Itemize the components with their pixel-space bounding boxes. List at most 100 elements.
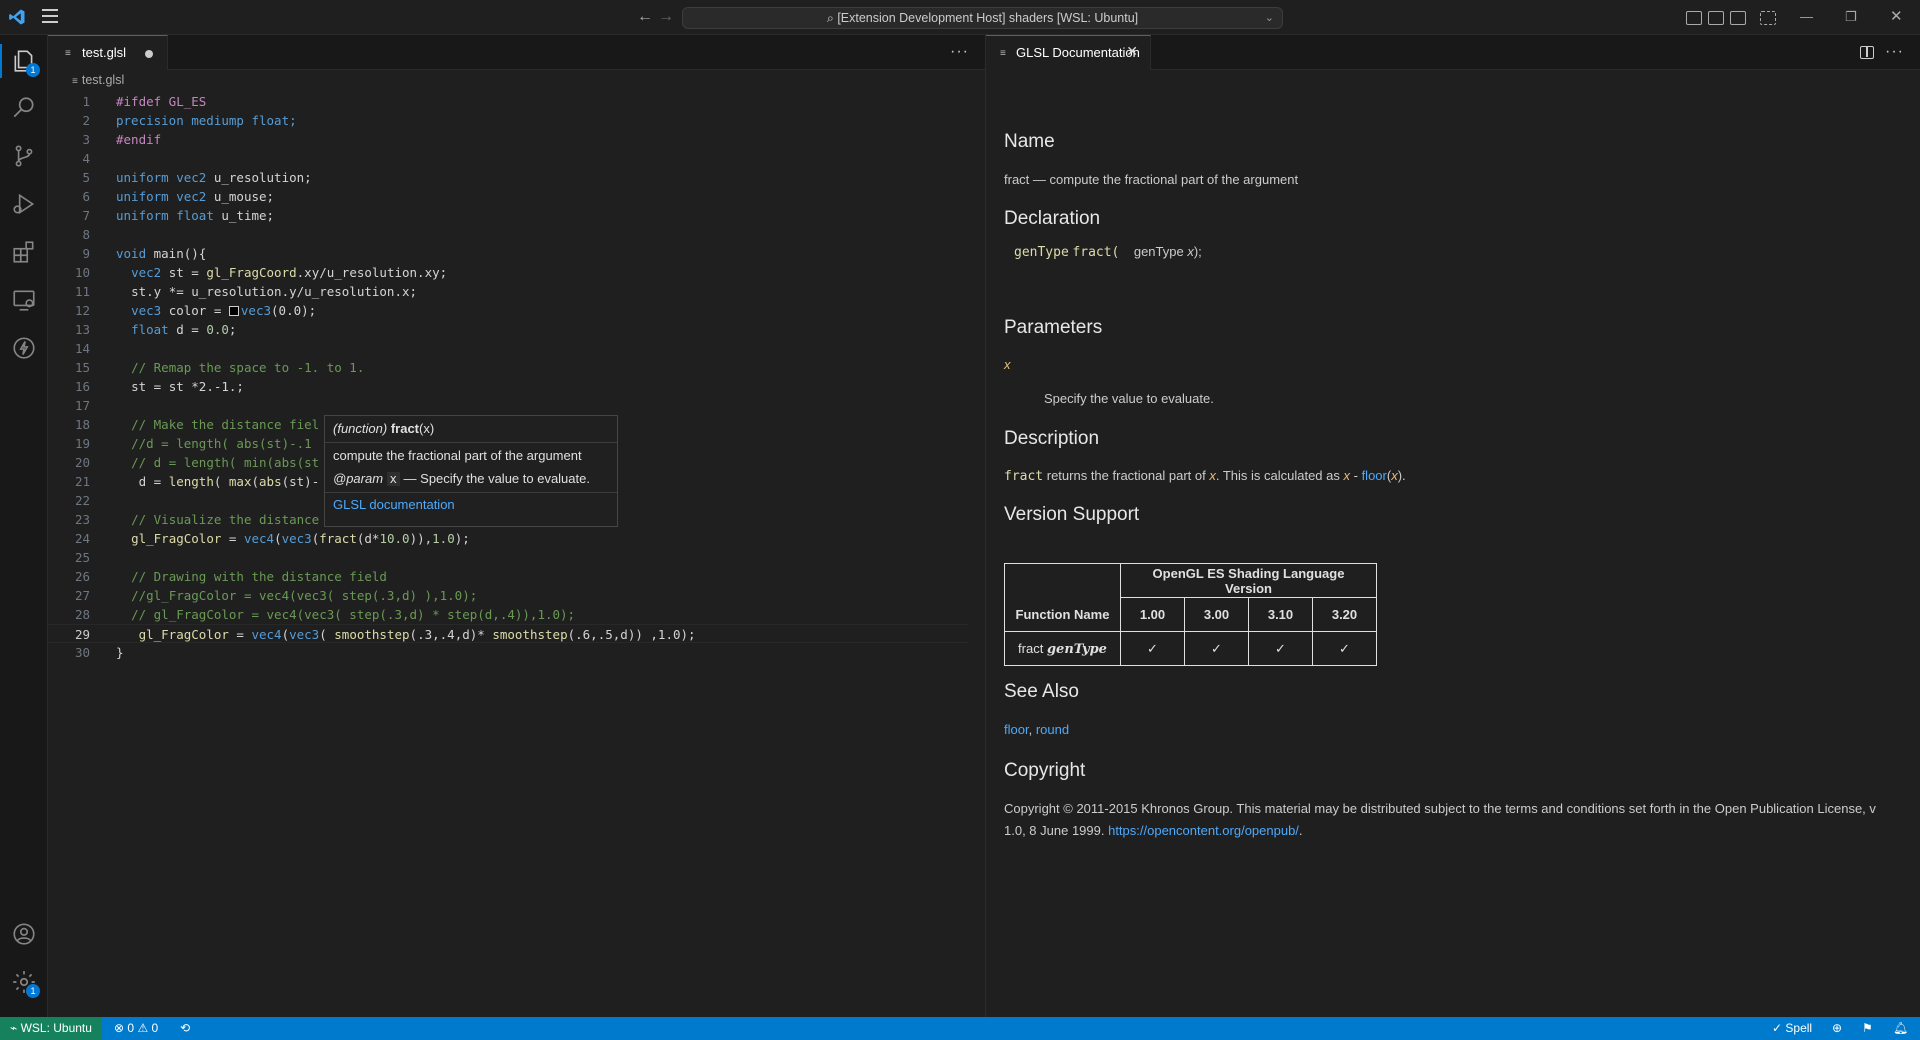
spell-indicator[interactable]: ✓ Spell bbox=[1772, 1021, 1812, 1035]
problems-indicator[interactable]: ⊗ 0 ⚠ 0 bbox=[114, 1021, 158, 1035]
search-icon[interactable] bbox=[0, 85, 48, 131]
hover-signature: (function) fract(x) bbox=[325, 416, 617, 443]
section-heading: Version Support bbox=[1004, 504, 1140, 525]
warning-icon: ⚠ bbox=[137, 1021, 149, 1035]
code-line: 11 st.y *= u_resolution.y/u_resolution.x… bbox=[74, 284, 418, 299]
section-heading: Description bbox=[1004, 428, 1100, 449]
breadcrumb[interactable]: ≡ test.glsl bbox=[48, 70, 985, 92]
code-line: 26 // Drawing with the distance field bbox=[74, 569, 387, 584]
feedback-icon[interactable]: ⚑ bbox=[1862, 1021, 1873, 1035]
section-heading: Copyright bbox=[1004, 760, 1086, 781]
tab-glsl-documentation[interactable]: ≡ GLSL Documentation ✕ bbox=[986, 35, 1151, 70]
code-line: 15 // Remap the space to -1. to 1. bbox=[74, 360, 365, 375]
description-text: fract returns the fractional part of x. … bbox=[1004, 468, 1406, 484]
minimize-icon[interactable]: — bbox=[1800, 9, 1813, 24]
table-header: OpenGL ES Shading Language Version bbox=[1120, 563, 1377, 598]
copyright-text: Copyright © 2011-2015 Khronos Group. Thi… bbox=[1004, 801, 1876, 838]
hover-param: @param x — Specify the value to evaluate… bbox=[325, 465, 617, 493]
section-heading: Declaration bbox=[1004, 208, 1101, 229]
param-name: x bbox=[1004, 357, 1011, 372]
openpub-link[interactable]: https://opencontent.org/openpub/ bbox=[1108, 823, 1299, 838]
error-icon: ⊗ bbox=[114, 1021, 125, 1035]
toggle-panel-icon[interactable] bbox=[1708, 11, 1724, 25]
explorer-badge: 1 bbox=[26, 63, 40, 77]
tab-bar: ≡ GLSL Documentation ✕ ··· bbox=[986, 35, 1920, 70]
table-header: 3.00 bbox=[1184, 597, 1249, 632]
table-cell: ✓ bbox=[1184, 631, 1249, 666]
tab-label: GLSL Documentation bbox=[1016, 45, 1140, 60]
title-bar: ← → ⌕ [Extension Development Host] shade… bbox=[0, 0, 1920, 35]
lightning-icon[interactable] bbox=[0, 325, 48, 371]
more-actions-icon[interactable]: ··· bbox=[950, 43, 969, 61]
split-editor-icon[interactable] bbox=[1860, 46, 1874, 59]
source-control-icon[interactable] bbox=[0, 133, 48, 179]
param-description: Specify the value to evaluate. bbox=[1044, 391, 1214, 406]
declaration-code: genType fract( genType x); bbox=[1014, 244, 1202, 260]
color-swatch[interactable] bbox=[228, 306, 239, 316]
vscode-logo-icon bbox=[9, 9, 25, 25]
chevron-down-icon[interactable]: ⌄ bbox=[1265, 8, 1274, 28]
code-line: 13 float d = 0.0; bbox=[74, 322, 237, 337]
toggle-secondary-sidebar-icon[interactable] bbox=[1730, 11, 1746, 25]
spell-icon: ✓ bbox=[1772, 1021, 1783, 1035]
toggle-primary-sidebar-icon[interactable] bbox=[1686, 11, 1702, 25]
table-cell: fract genType bbox=[1004, 631, 1121, 666]
code-line: 1 #ifdef GL_ES bbox=[82, 94, 207, 109]
table-cell: ✓ bbox=[1248, 631, 1313, 666]
accounts-icon[interactable] bbox=[0, 911, 48, 957]
breadcrumb-file: test.glsl bbox=[81, 73, 125, 87]
status-bar: ⌁ WSL: Ubuntu ⊗ 0 ⚠ 0 ⟲ ✓ Spell ⊕ ⚑ 🔔︎ bbox=[0, 1017, 1920, 1040]
name-text: fract — compute the fractional part of t… bbox=[1004, 172, 1299, 187]
table-header: 1.00 bbox=[1120, 597, 1185, 632]
code-line: 6 uniform vec2 u_mouse; bbox=[82, 189, 275, 204]
code-line: 10 vec2 st = gl_FragCoord.xy/u_resolutio… bbox=[74, 265, 448, 280]
file-icon: ≡ bbox=[65, 48, 71, 59]
menu-hamburger-icon[interactable] bbox=[42, 9, 60, 25]
code-line: 2 precision mediump float; bbox=[82, 113, 297, 128]
settings-badge: 1 bbox=[26, 984, 40, 998]
run-debug-icon[interactable] bbox=[0, 181, 48, 227]
tab-label: test.glsl bbox=[82, 45, 127, 60]
section-heading: Name bbox=[1004, 131, 1055, 152]
history-icon[interactable]: ⟲ bbox=[180, 1021, 190, 1035]
code-line: 7 uniform float u_time; bbox=[82, 208, 275, 223]
code-line: 16 st = st *2.-1.; bbox=[74, 379, 244, 394]
manage-gear-icon[interactable]: 1 bbox=[0, 959, 48, 1005]
code-line: 8 bbox=[82, 227, 90, 242]
code-line: 4 bbox=[82, 151, 90, 166]
code-line: 14 bbox=[74, 341, 90, 356]
notifications-bell-icon[interactable]: 🔔︎ bbox=[1893, 1021, 1908, 1035]
table-header: 3.20 bbox=[1312, 597, 1377, 632]
code-line: 27 //gl_FragColor = vec4(vec3( step(.3,d… bbox=[74, 588, 478, 603]
code-line-current: 29 gl_FragColor = vec4(vec3( smoothstep(… bbox=[48, 624, 968, 643]
code-editor[interactable]: 1 #ifdef GL_ES 2 precision mediump float; … bbox=[48, 92, 968, 662]
code-line: 28 // gl_FragColor = vec4(vec3( step(.3,… bbox=[74, 607, 576, 622]
more-actions-icon[interactable]: ··· bbox=[1885, 43, 1904, 61]
search-icon: ⌕ bbox=[826, 11, 838, 25]
round-link[interactable]: round bbox=[1036, 722, 1069, 737]
close-tab-icon[interactable]: ✕ bbox=[1126, 43, 1138, 60]
unsaved-dot-icon[interactable] bbox=[145, 50, 153, 58]
back-arrow-icon[interactable]: ← bbox=[637, 8, 653, 26]
tab-test-glsl[interactable]: ≡ test.glsl bbox=[48, 35, 168, 70]
restore-icon[interactable]: ❐ bbox=[1845, 9, 1857, 25]
code-line: 17 bbox=[74, 398, 90, 413]
customize-layout-icon[interactable] bbox=[1760, 11, 1776, 25]
preview-icon: ≡ bbox=[1000, 48, 1006, 59]
editor-group-right: ≡ GLSL Documentation ✕ ··· Name fract — … bbox=[986, 35, 1920, 1017]
version-support-table: OpenGL ES Shading Language Version Funct… bbox=[1004, 563, 1377, 666]
remote-explorer-icon[interactable] bbox=[0, 277, 48, 323]
table-cell: ✓ bbox=[1120, 631, 1185, 666]
file-icon: ≡ bbox=[72, 76, 78, 87]
extensions-icon[interactable] bbox=[0, 229, 48, 275]
floor-link[interactable]: floor bbox=[1004, 722, 1029, 737]
command-center-label: [Extension Development Host] shaders [WS… bbox=[837, 11, 1139, 25]
globe-icon[interactable]: ⊕ bbox=[1832, 1021, 1842, 1035]
remote-indicator[interactable]: ⌁ WSL: Ubuntu bbox=[0, 1017, 102, 1040]
glsl-documentation-link[interactable]: GLSL documentation bbox=[325, 493, 617, 516]
close-window-icon[interactable]: ✕ bbox=[1890, 7, 1903, 25]
forward-arrow-icon[interactable]: → bbox=[658, 8, 674, 26]
section-heading: Parameters bbox=[1004, 317, 1103, 338]
command-center[interactable]: ⌕ [Extension Development Host] shaders [… bbox=[682, 7, 1283, 29]
explorer-icon[interactable]: 1 bbox=[0, 38, 48, 84]
